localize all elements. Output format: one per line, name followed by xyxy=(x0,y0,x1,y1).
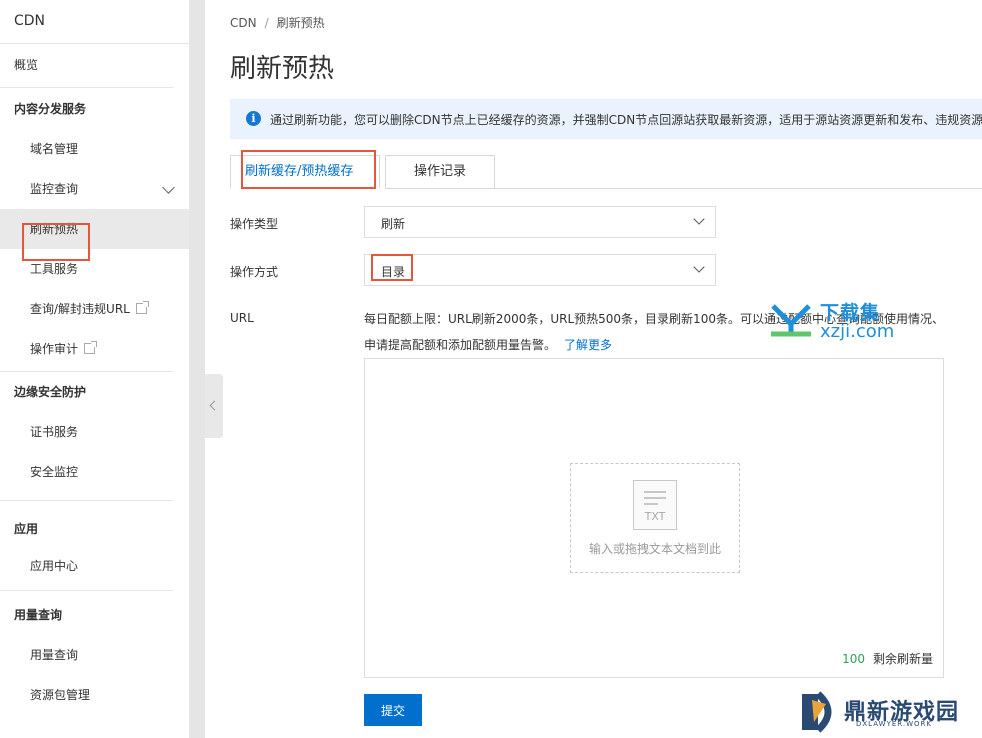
sidebar-item-label: 监控查询 xyxy=(30,182,79,196)
breadcrumb-root[interactable]: CDN xyxy=(230,16,257,30)
sidebar-item-app-center[interactable]: 应用中心 xyxy=(0,546,189,586)
dx-watermark: 鼎新游戏园 DXLAWYER.WORK xyxy=(800,690,980,736)
chevron-down-icon xyxy=(693,261,705,273)
sidebar-item-monitoring[interactable]: 监控查询 xyxy=(0,169,189,209)
txt-file-icon: TXT xyxy=(633,480,677,530)
breadcrumb-current: 刷新预热 xyxy=(276,16,325,30)
op-mode-value: 目录 xyxy=(381,265,406,279)
xzji-logo-icon xyxy=(771,304,811,337)
sidebar-divider xyxy=(0,500,173,501)
xzji-watermark: 下载集 xzji.com xyxy=(765,298,915,348)
main-content: CDN / 刷新预热 刷新预热 i 通过刷新功能，您可以删除CDN节点上已经缓存的资… xyxy=(205,0,982,738)
sidebar-item-violation-url[interactable]: 查询/解封违规URL xyxy=(0,289,189,329)
drop-hint: 输入或拖拽文本文档到此 xyxy=(588,542,721,556)
breadcrumb: CDN / 刷新预热 xyxy=(230,14,325,31)
sidebar: CDN 概览 内容分发服务 域名管理 监控查询 刷新预热 工具服务 查询/解封违… xyxy=(0,0,190,738)
sidebar-item-domain-management[interactable]: 域名管理 xyxy=(0,129,189,169)
info-banner: i 通过刷新功能，您可以删除CDN节点上已经缓存的资源，并强制CDN节点回源站获… xyxy=(230,99,982,139)
external-link-icon xyxy=(135,301,149,314)
external-link-icon xyxy=(84,341,98,354)
sidebar-group-usage: 用量查询 xyxy=(14,608,63,622)
url-label: URL xyxy=(230,311,254,325)
op-type-value: 刷新 xyxy=(381,217,406,231)
chevron-down-icon xyxy=(162,181,175,194)
op-type-label: 操作类型 xyxy=(230,217,279,231)
sidebar-title: CDN xyxy=(0,0,189,44)
tab-refresh-prefetch[interactable]: 刷新缓存/预热缓存 xyxy=(230,155,380,189)
remaining-counter: 100 剩余刷新量 xyxy=(842,650,933,667)
sidebar-item-usage-query[interactable]: 用量查询 xyxy=(0,635,189,675)
sidebar-scrollbar[interactable] xyxy=(190,0,205,738)
tab-divider xyxy=(470,188,982,189)
sidebar-item-label: 查询/解封违规URL xyxy=(30,302,130,316)
xzji-domain: xzji.com xyxy=(820,321,895,342)
remaining-label: 剩余刷新量 xyxy=(872,652,933,666)
doc-line xyxy=(644,497,666,499)
sidebar-item-security-monitoring[interactable]: 安全监控 xyxy=(0,452,189,492)
sidebar-item-audit[interactable]: 操作审计 xyxy=(0,329,189,369)
remaining-count: 100 xyxy=(842,652,865,666)
op-mode-label: 操作方式 xyxy=(230,265,279,279)
sidebar-divider xyxy=(0,87,173,88)
sidebar-group-apps: 应用 xyxy=(14,522,39,536)
sidebar-item-tools[interactable]: 工具服务 xyxy=(0,249,189,289)
doc-line xyxy=(644,503,658,505)
url-textarea[interactable]: TXT 输入或拖拽文本文档到此 100 剩余刷新量 xyxy=(364,358,944,678)
info-icon: i xyxy=(246,111,261,126)
doc-icon-label: TXT xyxy=(644,510,666,523)
sidebar-group-content-delivery: 内容分发服务 xyxy=(14,102,87,116)
sidebar-item-label: 操作审计 xyxy=(30,342,79,356)
breadcrumb-separator: / xyxy=(264,16,269,30)
dx-subtitle: DXLAWYER.WORK xyxy=(856,720,932,728)
sidebar-item-refresh-prefetch[interactable]: 刷新预热 xyxy=(0,209,189,249)
sidebar-item-overview[interactable]: 概览 xyxy=(0,45,189,85)
sidebar-item-resource-packages[interactable]: 资源包管理 xyxy=(0,675,189,715)
doc-line xyxy=(644,491,666,493)
submit-button[interactable]: 提交 xyxy=(364,694,422,726)
tab-operation-records[interactable]: 操作记录 xyxy=(385,155,495,189)
learn-more-link[interactable]: 了解更多 xyxy=(564,338,612,352)
file-drop-zone[interactable]: TXT 输入或拖拽文本文档到此 xyxy=(570,463,740,573)
op-type-select[interactable]: 刷新 xyxy=(364,206,716,238)
op-mode-select[interactable]: 目录 xyxy=(364,254,716,286)
dx-logo-icon xyxy=(802,691,832,733)
sidebar-item-certificates[interactable]: 证书服务 xyxy=(0,412,189,452)
sidebar-divider xyxy=(0,590,173,591)
page-title: 刷新预热 xyxy=(230,54,335,84)
chevron-down-icon xyxy=(693,213,705,225)
info-text: 通过刷新功能，您可以删除CDN节点上已经缓存的资源，并强制CDN节点回源站获取最… xyxy=(270,113,982,127)
sidebar-group-edge-security: 边缘安全防护 xyxy=(14,385,87,399)
